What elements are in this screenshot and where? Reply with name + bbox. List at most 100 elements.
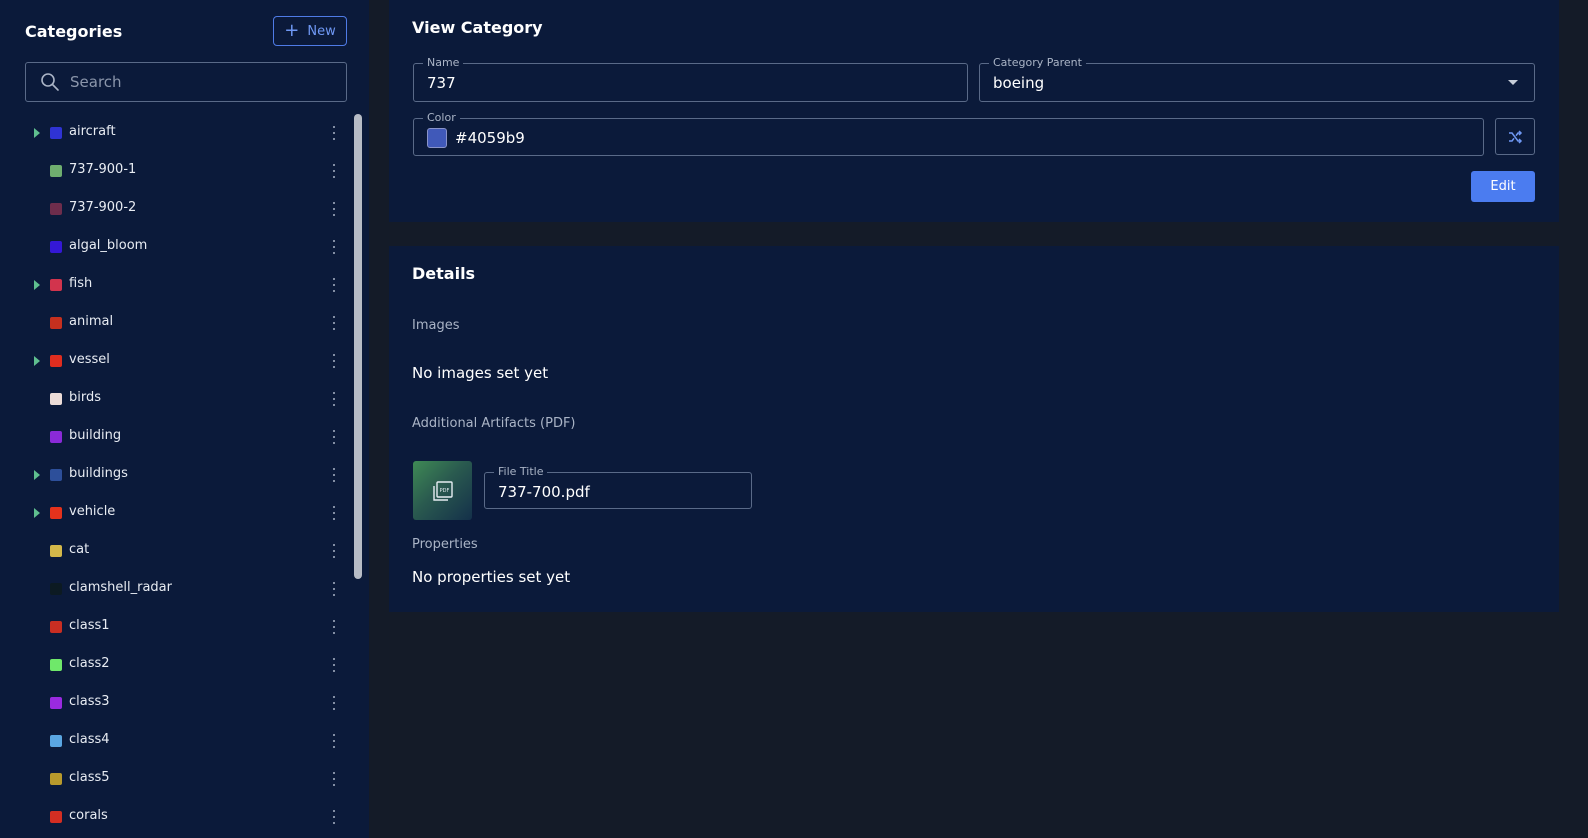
expand-caret-icon[interactable] [34, 280, 40, 290]
new-category-button[interactable]: + New [273, 16, 347, 46]
category-label: birds [69, 390, 102, 405]
category-row[interactable]: class5 [0, 760, 352, 798]
more-options-icon[interactable] [328, 199, 340, 219]
search-box [25, 62, 347, 102]
category-label: vessel [69, 352, 110, 367]
view-category-title: View Category [412, 18, 543, 37]
more-options-icon[interactable] [328, 807, 340, 827]
category-color-swatch [50, 355, 62, 367]
color-field[interactable]: Color #4059b9 [413, 111, 1484, 156]
category-color-swatch [50, 317, 62, 329]
category-row[interactable]: fish [0, 266, 352, 304]
category-row[interactable]: vehicle [0, 494, 352, 532]
details-title: Details [412, 264, 476, 283]
category-row[interactable]: aircraft [0, 114, 352, 152]
category-label: class3 [69, 694, 110, 709]
category-color-swatch [50, 583, 62, 595]
more-options-icon[interactable] [328, 655, 340, 675]
category-color-swatch [50, 127, 62, 139]
category-label: 737-900-2 [69, 200, 137, 215]
file-title-field[interactable]: File Title 737-700.pdf [484, 465, 752, 509]
pdf-icon: PDF [432, 480, 453, 501]
category-row[interactable]: 737-900-2 [0, 190, 352, 228]
sidebar-scrollbar[interactable] [354, 114, 362, 579]
search-icon [41, 73, 59, 91]
category-row[interactable]: class4 [0, 722, 352, 760]
properties-label: Properties [412, 537, 478, 552]
edit-button[interactable]: Edit [1471, 171, 1535, 202]
more-options-icon[interactable] [328, 579, 340, 599]
expand-caret-icon[interactable] [34, 470, 40, 480]
more-options-icon[interactable] [328, 541, 340, 561]
more-options-icon[interactable] [328, 465, 340, 485]
category-row[interactable]: birds [0, 380, 352, 418]
category-label: aircraft [69, 124, 116, 139]
category-row[interactable]: class1 [0, 608, 352, 646]
category-color-swatch [50, 431, 62, 443]
view-category-panel: View Category Name 737 Category Parent b… [389, 0, 1559, 222]
more-options-icon[interactable] [328, 389, 340, 409]
category-label: clamshell_radar [69, 580, 172, 595]
sidebar-header: Categories + New [25, 16, 347, 46]
category-row[interactable]: buildings [0, 456, 352, 494]
category-row[interactable]: vessel [0, 342, 352, 380]
more-options-icon[interactable] [328, 731, 340, 751]
category-color-swatch [50, 507, 62, 519]
more-options-icon[interactable] [328, 693, 340, 713]
category-label: cat [69, 542, 90, 557]
category-row[interactable]: algal_bloom [0, 228, 352, 266]
search-input[interactable] [70, 73, 310, 91]
category-label: class1 [69, 618, 110, 633]
category-row[interactable]: class3 [0, 684, 352, 722]
category-row[interactable]: corals [0, 798, 352, 836]
category-parent-label: Category Parent [989, 56, 1086, 69]
color-field-value: #4059b9 [455, 129, 525, 147]
more-options-icon[interactable] [328, 769, 340, 789]
more-options-icon[interactable] [328, 503, 340, 523]
category-color-swatch [50, 393, 62, 405]
category-label: class4 [69, 732, 110, 747]
properties-empty-text: No properties set yet [412, 568, 571, 586]
more-options-icon[interactable] [328, 237, 340, 257]
category-row[interactable]: building [0, 418, 352, 456]
category-row[interactable]: cat [0, 532, 352, 570]
plus-icon: + [284, 20, 300, 41]
category-parent-select[interactable]: Category Parent boeing [979, 56, 1535, 102]
images-empty-text: No images set yet [412, 364, 549, 382]
category-color-swatch [50, 621, 62, 633]
more-options-icon[interactable] [328, 313, 340, 333]
category-row[interactable]: animal [0, 304, 352, 342]
more-options-icon[interactable] [328, 161, 340, 181]
more-options-icon[interactable] [328, 275, 340, 295]
color-swatch [427, 128, 447, 148]
more-options-icon[interactable] [328, 427, 340, 447]
expand-caret-icon[interactable] [34, 128, 40, 138]
expand-caret-icon[interactable] [34, 356, 40, 366]
name-field-value: 737 [427, 74, 456, 92]
more-options-icon[interactable] [328, 351, 340, 371]
category-row[interactable]: class2 [0, 646, 352, 684]
category-row[interactable]: 737-900-1 [0, 152, 352, 190]
chevron-down-icon [1508, 80, 1518, 85]
more-options-icon[interactable] [328, 617, 340, 637]
shuffle-icon [1509, 129, 1523, 144]
more-options-icon[interactable] [328, 123, 340, 143]
category-row[interactable]: clamshell_radar [0, 570, 352, 608]
category-color-swatch [50, 165, 62, 177]
expand-caret-icon[interactable] [34, 508, 40, 518]
category-tree: aircraft 737-900-1 737-900-2 algal_bloomfis… [0, 114, 352, 838]
color-field-label: Color [423, 111, 460, 124]
new-button-label: New [307, 23, 336, 39]
name-field[interactable]: Name 737 [413, 56, 968, 102]
category-label: class2 [69, 656, 110, 671]
category-color-swatch [50, 697, 62, 709]
category-label: building [69, 428, 122, 443]
pdf-thumbnail[interactable]: PDF [413, 461, 472, 520]
randomize-color-button[interactable] [1495, 118, 1535, 155]
category-label: buildings [69, 466, 128, 481]
sidebar-title: Categories [25, 22, 123, 41]
categories-sidebar: Categories + New aircraft 737-900-1 737-90… [0, 0, 369, 838]
svg-text:PDF: PDF [439, 488, 449, 494]
category-label: fish [69, 276, 93, 291]
file-title-label: File Title [494, 465, 548, 478]
